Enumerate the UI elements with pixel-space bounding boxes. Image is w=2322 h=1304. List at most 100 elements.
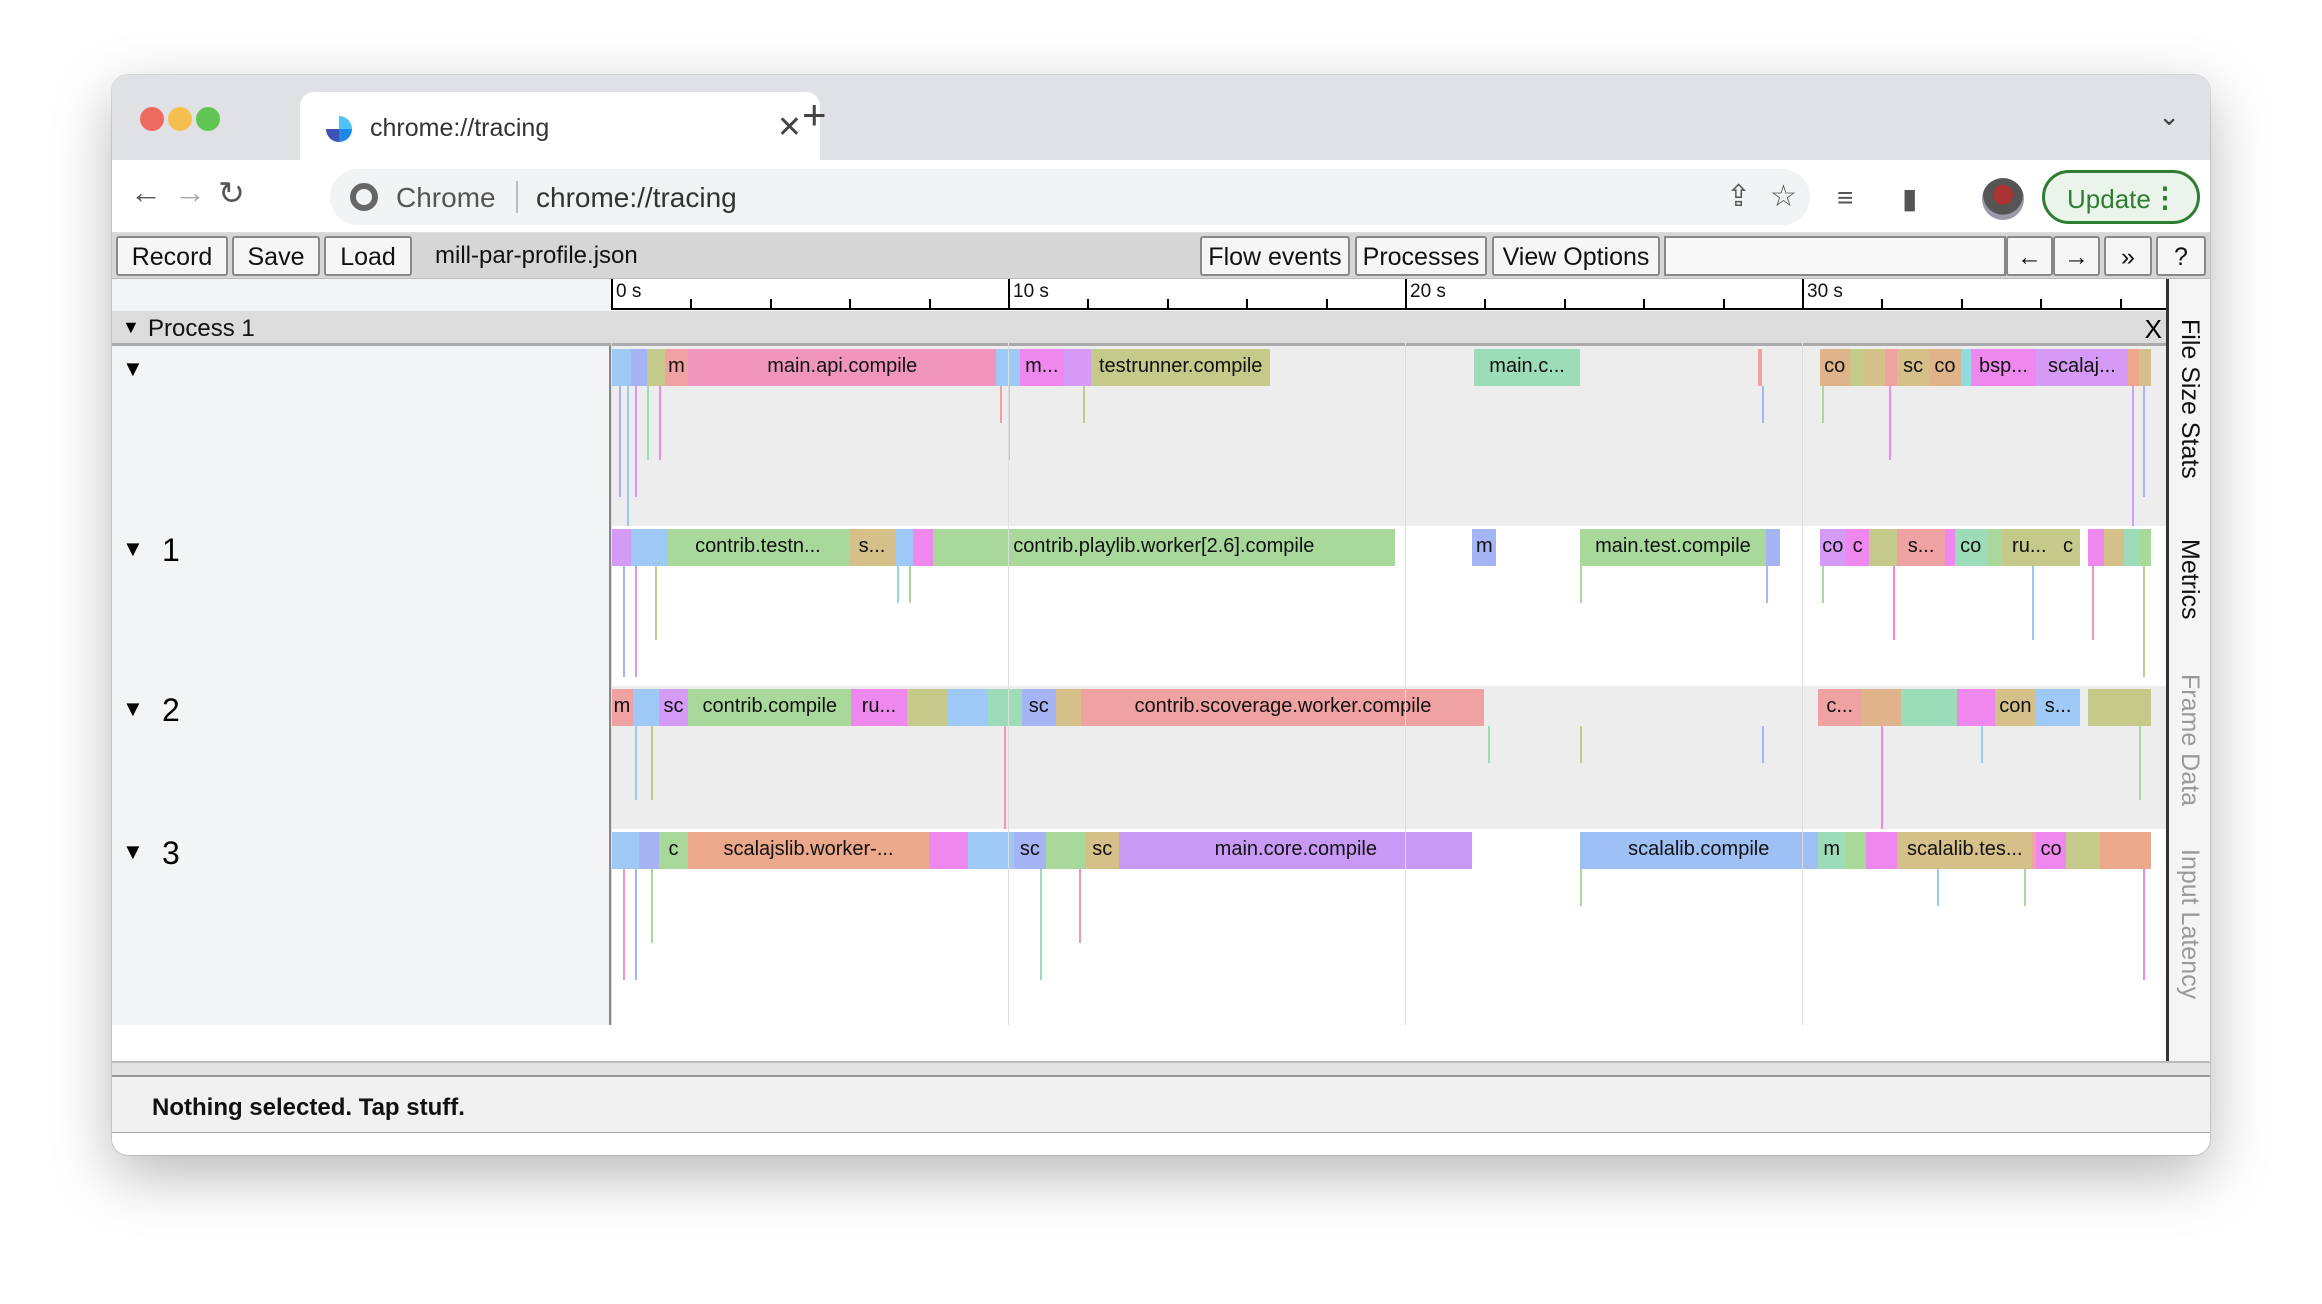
trace-slice[interactable]: co	[1954, 529, 1987, 566]
nested-slice[interactable]	[622, 869, 625, 980]
trace-slice[interactable]	[1960, 349, 1971, 386]
nested-slice[interactable]	[1766, 566, 1769, 603]
trace-slice[interactable]: contrib.testn...	[666, 529, 850, 566]
nested-slice[interactable]	[2139, 726, 2142, 800]
trace-slice[interactable]: s...	[2036, 689, 2080, 726]
save-button[interactable]: Save	[232, 236, 320, 276]
trace-slice[interactable]: c...	[1817, 689, 1862, 726]
tab-close-icon[interactable]: ✕	[777, 110, 802, 145]
trace-slice[interactable]	[2087, 689, 2152, 726]
trace-slice[interactable]: sc	[1013, 832, 1046, 869]
nested-slice[interactable]	[2143, 386, 2146, 497]
trace-slice[interactable]	[2103, 529, 2124, 566]
trace-slice[interactable]	[2099, 832, 2152, 869]
load-button[interactable]: Load	[324, 236, 412, 276]
trace-slice[interactable]	[1986, 529, 2003, 566]
side-tab[interactable]: Frame Data	[2175, 674, 2204, 806]
trace-slice[interactable]	[2139, 529, 2152, 566]
side-tab[interactable]: Input Latency	[2175, 849, 2204, 999]
nested-slice[interactable]	[650, 869, 653, 943]
trace-slice[interactable]: main.test.compile	[1579, 529, 1767, 566]
trace-slice[interactable]: c	[2056, 529, 2080, 566]
trace-slice[interactable]: main.api.compile	[688, 349, 997, 386]
trace-slice[interactable]	[630, 349, 647, 386]
trace-slice[interactable]	[1861, 689, 1902, 726]
nested-slice[interactable]	[2143, 869, 2146, 980]
flow-events-button[interactable]: Flow events	[1200, 236, 1350, 276]
trace-slice[interactable]: ru...	[851, 689, 907, 726]
trace-slice[interactable]: co	[1819, 349, 1850, 386]
collapse-triangle-icon[interactable]: ▼	[122, 536, 144, 562]
omnibox[interactable]: Chrome chrome://tracing ⇪ ☆	[330, 169, 1810, 225]
trace-slice[interactable]: scalalib.tes...	[1897, 832, 2033, 869]
nested-slice[interactable]	[1579, 726, 1582, 763]
trace-slice[interactable]: m	[1472, 529, 1497, 566]
nested-slice[interactable]	[646, 386, 649, 460]
trace-slice[interactable]	[1849, 349, 1866, 386]
nested-slice[interactable]	[634, 566, 637, 677]
nested-slice[interactable]	[1881, 726, 1884, 837]
trace-slice[interactable]: m...	[1019, 349, 1064, 386]
reload-icon[interactable]: ↻	[218, 174, 245, 212]
trace-slice[interactable]	[1045, 832, 1086, 869]
trace-slice[interactable]: contrib.playlib.worker[2.6].compile	[932, 529, 1396, 566]
trace-slice[interactable]: sc	[658, 689, 689, 726]
nested-slice[interactable]	[1039, 869, 1042, 980]
collapse-triangle-icon[interactable]: ▼	[122, 839, 144, 865]
trace-slice[interactable]	[1865, 349, 1886, 386]
forward-icon[interactable]: →	[174, 174, 206, 211]
trace-slice[interactable]	[1845, 832, 1866, 869]
find-prev-button[interactable]: ←	[2006, 236, 2053, 276]
side-tab[interactable]: Metrics	[2175, 539, 2204, 620]
trace-slice[interactable]	[912, 529, 933, 566]
nested-slice[interactable]	[650, 726, 653, 800]
trace-slice[interactable]	[632, 689, 659, 726]
trace-slice[interactable]: sc	[1085, 832, 1120, 869]
trace-slice[interactable]: testrunner.compile	[1091, 349, 1270, 386]
trace-slice[interactable]	[988, 689, 1022, 726]
side-tab[interactable]: File Size Stats	[2175, 319, 2204, 479]
trace-slice[interactable]	[1956, 689, 1995, 726]
nested-slice[interactable]	[908, 566, 911, 603]
reading-list-icon[interactable]: ≡	[1837, 182, 1853, 214]
panel-drag-handle[interactable]	[112, 1061, 2210, 1077]
back-icon[interactable]: ←	[130, 174, 162, 211]
new-tab-button[interactable]: +	[802, 91, 827, 139]
trace-slice[interactable]	[928, 832, 969, 869]
nested-slice[interactable]	[1000, 386, 1003, 423]
nested-slice[interactable]	[1893, 566, 1896, 640]
trace-slice[interactable]	[1901, 689, 1957, 726]
record-button[interactable]: Record	[116, 236, 228, 276]
trace-slice[interactable]: c	[658, 832, 689, 869]
nested-slice[interactable]	[634, 869, 637, 980]
nested-slice[interactable]	[1821, 566, 1824, 603]
trace-slice[interactable]	[2139, 349, 2152, 386]
trace-slice[interactable]	[894, 529, 913, 566]
view-options-button[interactable]: View Options	[1492, 236, 1660, 276]
process-header[interactable]: ▼ Process 1 X	[112, 311, 2166, 346]
trace-slice[interactable]: bsp...	[1970, 349, 2037, 386]
trace-slice[interactable]	[1055, 689, 1082, 726]
trace-slice[interactable]: main.c...	[1474, 349, 1580, 386]
trace-slice[interactable]: con	[1994, 689, 2037, 726]
trace-slice[interactable]: co	[1819, 529, 1846, 566]
trace-slice[interactable]	[1758, 349, 1763, 386]
nested-slice[interactable]	[622, 566, 625, 677]
nested-slice[interactable]	[1488, 726, 1491, 763]
url-text[interactable]: chrome://tracing	[536, 182, 737, 214]
trace-slice[interactable]	[1766, 529, 1781, 566]
nested-slice[interactable]	[1579, 869, 1582, 906]
trace-slice[interactable]	[2066, 832, 2100, 869]
trace-slice[interactable]: m	[611, 689, 633, 726]
nested-slice[interactable]	[626, 386, 629, 534]
trace-slice[interactable]: sc	[1897, 349, 1930, 386]
trace-slice[interactable]	[1865, 832, 1898, 869]
more-button[interactable]: »	[2104, 236, 2152, 276]
process-close-button[interactable]: X	[2145, 314, 2162, 345]
trace-slice[interactable]	[2127, 349, 2140, 386]
nested-slice[interactable]	[654, 566, 657, 640]
find-input[interactable]	[1664, 236, 2006, 276]
trace-slice[interactable]: contrib.scoverage.worker.compile	[1081, 689, 1485, 726]
trace-slice[interactable]: m	[664, 349, 689, 386]
trace-slice[interactable]	[611, 529, 631, 566]
